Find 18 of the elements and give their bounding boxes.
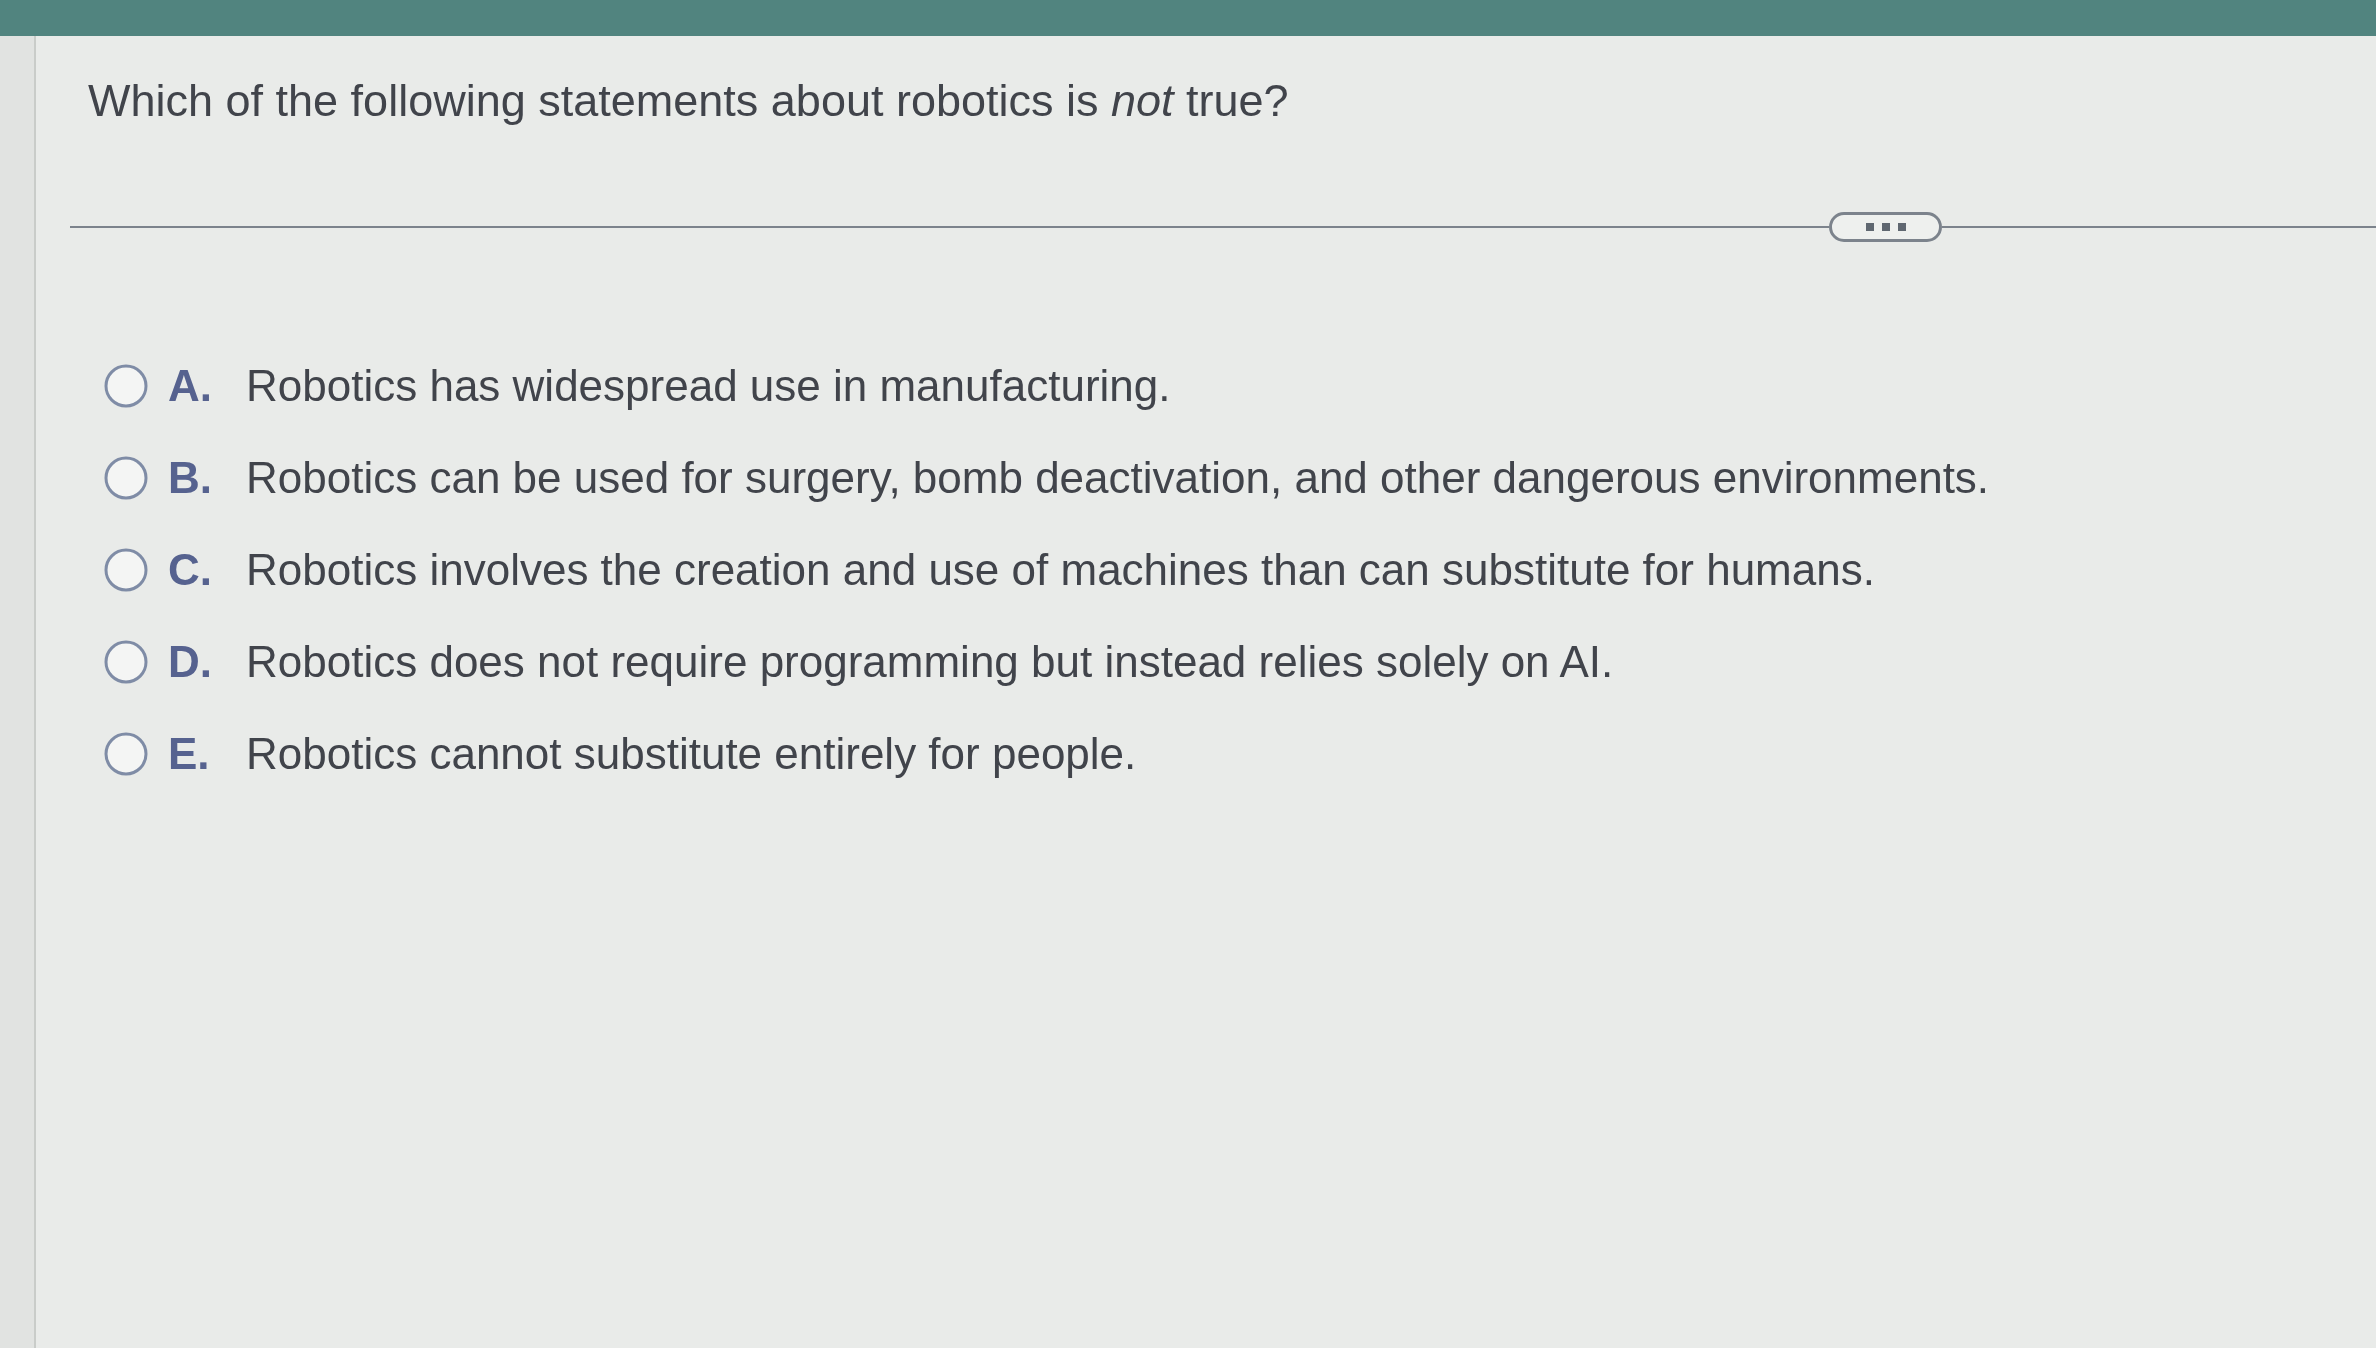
option-letter: D.	[168, 637, 213, 687]
option-letter: A.	[168, 361, 213, 411]
option-text: Robotics does not require programming but instead relies solely on AI.	[246, 637, 1614, 687]
option-text: Robotics cannot substitute entirely for people.	[246, 729, 1137, 779]
option-text: Robotics involves the creation and use of machines than can substitute for humans.	[246, 545, 1875, 595]
radio-button[interactable]	[104, 732, 148, 776]
option-text: Robotics has widespread use in manufacturing.	[246, 361, 1171, 411]
option-letter: C.	[168, 545, 213, 595]
option-text: Robotics can be used for surgery, bomb deactivation, and other dangerous environments.	[246, 453, 1990, 503]
ellipsis-icon	[1865, 223, 1906, 231]
option-letter: E.	[168, 729, 211, 779]
radio-button[interactable]	[104, 364, 148, 408]
radio-button[interactable]	[104, 456, 148, 500]
ellipsis-button[interactable]	[1829, 212, 1942, 242]
radio-button[interactable]	[104, 640, 148, 684]
radio-button[interactable]	[104, 548, 148, 592]
option-letter: B.	[168, 453, 213, 503]
question-text: Which of the following statements about robotics is not true?	[88, 74, 1290, 128]
